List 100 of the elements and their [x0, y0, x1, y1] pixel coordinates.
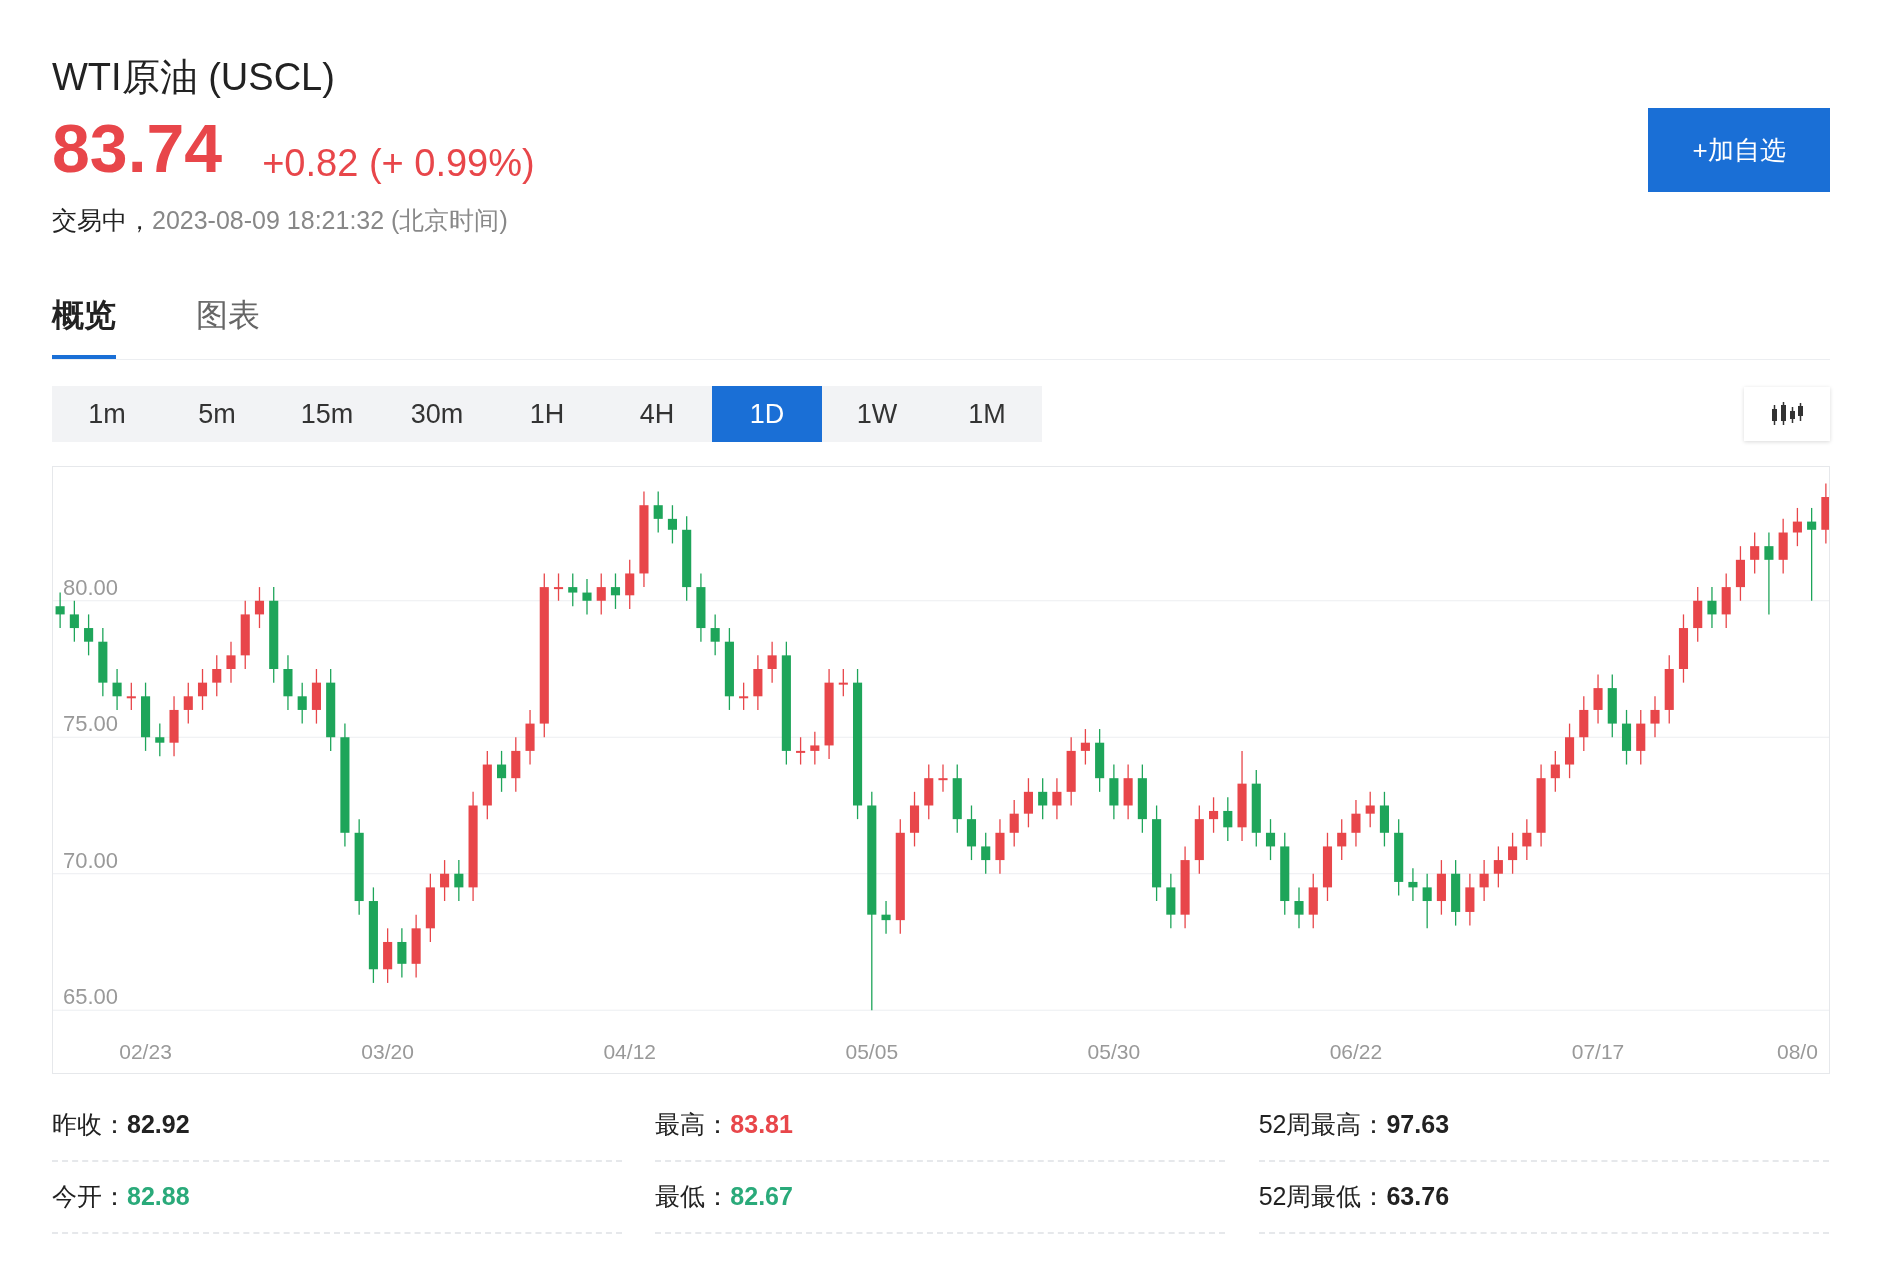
candle — [397, 927, 407, 979]
candle — [582, 578, 592, 616]
candle — [924, 763, 934, 820]
price-change: +0.82 (+ 0.99%) — [262, 143, 535, 182]
candle — [952, 763, 962, 834]
interval-button[interactable]: 1M — [932, 386, 1042, 442]
candle — [767, 641, 777, 684]
candle — [1408, 867, 1418, 902]
instrument-title: WTI原油 (USCL) — [52, 55, 336, 100]
candle — [297, 682, 307, 725]
axis-label: 04/12 — [603, 1040, 656, 1063]
candle — [625, 559, 635, 610]
candle — [1038, 777, 1048, 820]
axis-label: 75.00 — [63, 711, 119, 737]
interval-button[interactable]: 5m — [162, 386, 272, 442]
candle — [425, 873, 435, 943]
candle — [226, 641, 236, 684]
candle — [1451, 859, 1461, 927]
candle — [440, 859, 450, 902]
candle — [141, 682, 151, 752]
axis-label: 07/17 — [1571, 1040, 1625, 1063]
candle — [1308, 873, 1318, 929]
axis-label: 02/23 — [119, 1040, 172, 1063]
candle — [1109, 763, 1119, 820]
candle — [1337, 818, 1347, 861]
candle — [169, 695, 179, 757]
candle — [1422, 873, 1432, 929]
candle — [283, 654, 293, 711]
candle — [1223, 796, 1233, 842]
candle — [98, 627, 108, 697]
candle — [966, 804, 977, 861]
candle — [1664, 654, 1674, 725]
axis-label: 80.00 — [63, 574, 119, 600]
candle — [938, 763, 948, 793]
candle — [568, 572, 578, 607]
candle — [995, 818, 1005, 875]
axis-label: 05/05 — [845, 1040, 899, 1063]
candle — [1522, 818, 1532, 861]
candle — [1593, 673, 1603, 725]
candle — [1735, 545, 1745, 602]
candle — [1550, 750, 1560, 793]
axis-label: 70.00 — [63, 847, 119, 873]
chart-type-button[interactable] — [1744, 387, 1830, 441]
candle — [1778, 518, 1788, 575]
stat-value: 82.67 — [730, 1181, 793, 1213]
timestamp: 2023-08-09 18:21:32 (北京时间) — [152, 204, 508, 236]
stat-value: 82.88 — [127, 1181, 190, 1213]
candle — [254, 586, 265, 629]
candle — [1465, 873, 1475, 927]
axis-label: 03/20 — [361, 1040, 414, 1063]
candle — [1650, 695, 1660, 738]
candle — [1166, 873, 1176, 929]
candle — [525, 709, 535, 766]
candle — [1678, 613, 1689, 684]
candle — [482, 750, 492, 820]
candle — [1707, 586, 1717, 629]
stat-value: 63.76 — [1386, 1181, 1450, 1213]
candle — [696, 572, 706, 643]
interval-button[interactable]: 30m — [382, 386, 492, 442]
interval-button[interactable]: 1D — [712, 386, 822, 442]
candle — [1294, 886, 1304, 929]
candle — [454, 859, 464, 902]
price: 83.74 — [52, 113, 223, 182]
candle — [753, 654, 763, 711]
candle — [55, 591, 65, 629]
candle — [1693, 586, 1703, 643]
tab[interactable]: 图表 — [196, 291, 260, 359]
candle — [1080, 728, 1090, 766]
interval-button[interactable]: 4H — [602, 386, 712, 442]
interval-button[interactable]: 1H — [492, 386, 602, 442]
stat-label: 今开： — [52, 1181, 127, 1213]
candle — [710, 613, 720, 656]
candle — [1365, 791, 1375, 828]
tab[interactable]: 概览 — [52, 291, 116, 359]
stat-label: 最高： — [655, 1109, 731, 1141]
candle — [1579, 695, 1589, 752]
candle — [981, 832, 991, 875]
candle — [610, 572, 621, 610]
candle — [497, 750, 507, 793]
add-watchlist-button[interactable]: +加自选 — [1648, 108, 1830, 192]
candle — [796, 736, 806, 766]
candle — [1493, 845, 1503, 889]
candle — [1750, 531, 1760, 575]
candle — [1636, 709, 1646, 766]
stat-label: 52周最高： — [1258, 1109, 1387, 1141]
axis-label: 65.00 — [63, 984, 119, 1010]
candle — [1194, 804, 1204, 875]
candle — [69, 600, 79, 643]
interval-button[interactable]: 1W — [822, 386, 932, 442]
candle — [240, 600, 250, 670]
candle — [311, 668, 321, 725]
stat-label: 昨收： — [52, 1109, 127, 1141]
candle — [1821, 482, 1829, 545]
candle — [511, 736, 521, 793]
candle — [739, 682, 749, 711]
candle — [1621, 709, 1632, 766]
interval-button[interactable]: 15m — [272, 386, 382, 442]
interval-button[interactable]: 1m — [52, 386, 162, 442]
candle — [1322, 832, 1333, 902]
candle — [1123, 763, 1133, 820]
